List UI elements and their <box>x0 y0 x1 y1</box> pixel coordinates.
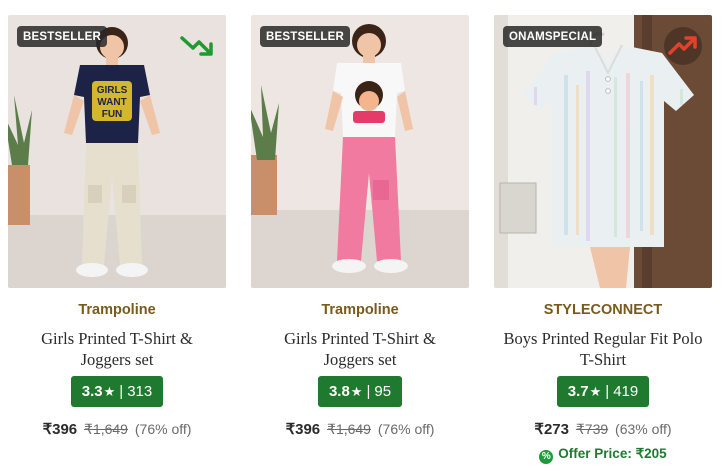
rating-badge[interactable]: 3.3★ | 313 <box>70 376 164 407</box>
shirt-print-line-3: FUN <box>102 109 123 120</box>
rating-separator: | <box>605 383 610 400</box>
product-title[interactable]: Girls Printed T-Shirt & Joggers set <box>8 328 226 370</box>
product-image-1[interactable]: GIRLS WANT FUN BESTSELLER <box>8 15 226 288</box>
product-card-1[interactable]: GIRLS WANT FUN BESTSELLER Trampoline Gir… <box>8 15 226 471</box>
rating-separator: | <box>366 383 371 400</box>
discount-percent: (76% off) <box>377 421 435 437</box>
bestseller-badge: BESTSELLER <box>17 26 108 47</box>
offer-price: Offer Price: ₹205 <box>558 446 667 461</box>
rating-badge[interactable]: 3.7★ | 419 <box>556 376 650 407</box>
onam-special-badge: ONAMSPECIAL <box>503 26 603 47</box>
star-icon: ★ <box>350 384 363 399</box>
rating-score: 3.7 <box>567 383 589 400</box>
discount-percent: (76% off) <box>134 421 192 437</box>
price-row: ₹273 ₹739 (63% off) <box>494 420 712 442</box>
selling-price: ₹273 <box>534 421 569 438</box>
bestseller-badge: BESTSELLER <box>260 26 351 47</box>
product-image-2[interactable]: BESTSELLER <box>251 15 469 288</box>
rating-count: 95 <box>374 383 392 400</box>
star-icon: ★ <box>589 384 602 399</box>
rating-separator: | <box>119 383 124 400</box>
brand-name[interactable]: STYLECONNECT <box>494 302 712 322</box>
rating-score: 3.3 <box>81 383 103 400</box>
original-price: ₹1,649 <box>327 421 371 437</box>
product-title[interactable]: Boys Printed Regular Fit Polo T-Shirt <box>494 328 712 370</box>
rating-count: 313 <box>127 383 153 400</box>
product-card-3[interactable]: ONAMSPECIAL STYLECONNECT Boys Printed Re… <box>494 15 712 471</box>
star-icon: ★ <box>103 384 116 399</box>
rating-count: 419 <box>613 383 639 400</box>
trending-up-icon <box>664 27 702 65</box>
original-price: ₹739 <box>575 421 609 437</box>
rating-badge[interactable]: 3.8★ | 95 <box>317 376 403 407</box>
shirt-print-line-2: WANT <box>97 97 126 108</box>
selling-price: ₹396 <box>42 421 78 438</box>
product-image-3[interactable]: ONAMSPECIAL <box>494 15 712 288</box>
product-photo <box>251 15 469 288</box>
price-row: ₹396 ₹1,649 (76% off) <box>8 420 226 442</box>
rating-score: 3.8 <box>328 383 350 400</box>
trending-down-icon <box>180 36 213 56</box>
offer-price-row: % Offer Price: ₹205 <box>494 446 712 466</box>
brand-name[interactable]: Trampoline <box>8 302 226 322</box>
brand-name[interactable]: Trampoline <box>251 302 469 322</box>
product-card-2[interactable]: BESTSELLER Trampoline Girls Printed T-Sh… <box>251 15 469 471</box>
discount-percent: (63% off) <box>615 421 672 437</box>
selling-price: ₹396 <box>285 421 321 438</box>
product-title[interactable]: Girls Printed T-Shirt & Joggers set <box>251 328 469 370</box>
price-row: ₹396 ₹1,649 (76% off) <box>251 420 469 442</box>
discount-tag-icon: % <box>539 450 554 464</box>
shirt-print-line-1: GIRLS <box>97 85 128 96</box>
original-price: ₹1,649 <box>84 421 128 437</box>
